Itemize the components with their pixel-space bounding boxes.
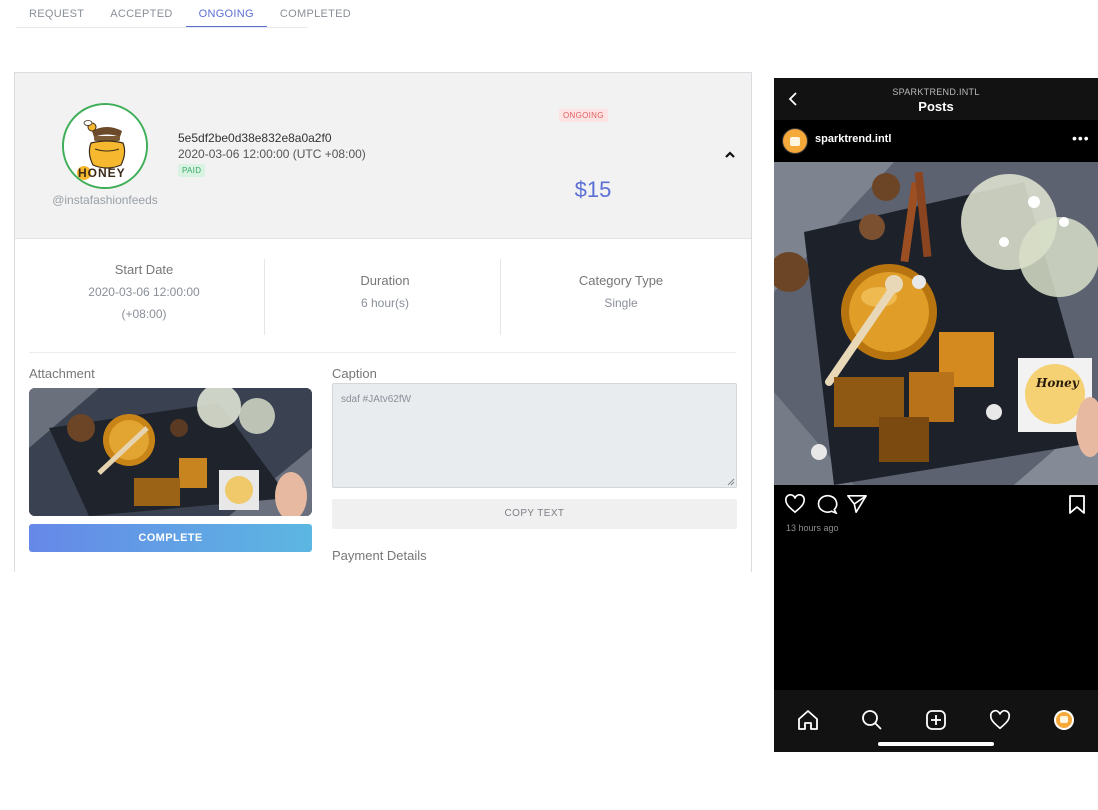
bookmark-icon[interactable] (1068, 494, 1086, 514)
order-status-badge: ONGOING (559, 109, 608, 122)
instagram-post-preview: SPARKTREND.INTL Posts sparktrend.intl ••… (774, 78, 1098, 752)
post-timestamp: 13 hours ago (786, 523, 839, 533)
payment-details-label: Payment Details (332, 548, 427, 563)
add-post-icon[interactable] (925, 709, 947, 731)
caption-textarea[interactable]: sdaf #JAtv62fW (332, 383, 737, 488)
attachment-image[interactable] (29, 388, 312, 516)
category-title: Category Type (578, 273, 664, 288)
duration-stat: Duration 6 hour(s) (315, 273, 455, 314)
home-icon[interactable] (797, 709, 819, 731)
heart-icon[interactable] (784, 494, 806, 514)
influencer-logo: HONEY (62, 103, 148, 189)
activity-heart-icon[interactable] (989, 709, 1011, 731)
start-date-stat: Start Date 2020-03-06 12:00:00 (+08:00) (59, 262, 229, 325)
caption-label: Caption (332, 366, 377, 381)
complete-button[interactable]: COMPLETE (29, 524, 312, 552)
photo-overlay-label: Honey (1036, 376, 1079, 390)
category-value: Single (604, 296, 638, 310)
post-header-bar: SPARKTREND.INTL Posts (774, 78, 1098, 120)
status-tabs: REQUEST ACCEPTED ONGOING COMPLETED (16, 0, 364, 28)
profile-avatar[interactable] (782, 128, 808, 154)
avatar-jar-icon (784, 130, 806, 152)
start-date-title: Start Date (114, 262, 174, 277)
tab-accepted[interactable]: ACCEPTED (97, 0, 185, 28)
resize-handle-icon[interactable] (727, 478, 735, 486)
copy-text-button[interactable]: COPY TEXT (332, 499, 737, 529)
honey-photo (774, 162, 1098, 485)
post-photo[interactable]: Honey (774, 162, 1098, 485)
honey-photo-thumbnail (29, 388, 312, 516)
tabs-divider (16, 27, 308, 28)
share-icon[interactable] (846, 494, 868, 514)
profile-tab-icon[interactable] (1053, 709, 1075, 731)
order-card: HONEY @instafashionfeeds 5e5df2be0d38e83… (14, 72, 752, 572)
start-date-datetime: 2020-03-06 12:00:00 (88, 285, 200, 299)
logo-text: HONEY (78, 166, 126, 180)
attachment-label: Attachment (29, 366, 95, 381)
order-id: 5e5df2be0d38e832e8a0a2f0 (178, 131, 332, 145)
order-date: 2020-03-06 12:00:00 (UTC +08:00) (178, 147, 366, 161)
post-screen-title: Posts (918, 99, 954, 114)
comment-icon[interactable] (816, 494, 838, 514)
tab-request[interactable]: REQUEST (16, 0, 97, 28)
influencer-handle[interactable]: @instafashionfeeds (35, 193, 175, 207)
home-indicator (878, 742, 994, 746)
stat-divider (500, 259, 501, 335)
tab-ongoing[interactable]: ONGOING (185, 0, 267, 28)
order-card-header: HONEY @instafashionfeeds 5e5df2be0d38e83… (15, 73, 751, 239)
post-username[interactable]: sparktrend.intl (815, 133, 891, 145)
duration-value: 6 hour(s) (360, 296, 410, 310)
post-account-name: SPARKTREND.INTL (892, 87, 980, 97)
start-date-value: 2020-03-06 12:00:00 (+08:00) (59, 281, 229, 325)
more-options-icon[interactable]: ••• (1072, 130, 1090, 146)
category-stat: Category Type Single (551, 273, 691, 314)
chevron-up-icon[interactable] (723, 149, 737, 161)
order-price: $15 (574, 177, 612, 202)
stat-divider (264, 259, 265, 335)
tab-completed[interactable]: COMPLETED (267, 0, 364, 28)
payment-status-badge: PAID (178, 164, 206, 177)
search-icon[interactable] (861, 709, 883, 731)
duration-title: Duration (360, 273, 410, 288)
start-date-timezone: (+08:00) (121, 307, 167, 321)
section-divider (29, 352, 736, 353)
